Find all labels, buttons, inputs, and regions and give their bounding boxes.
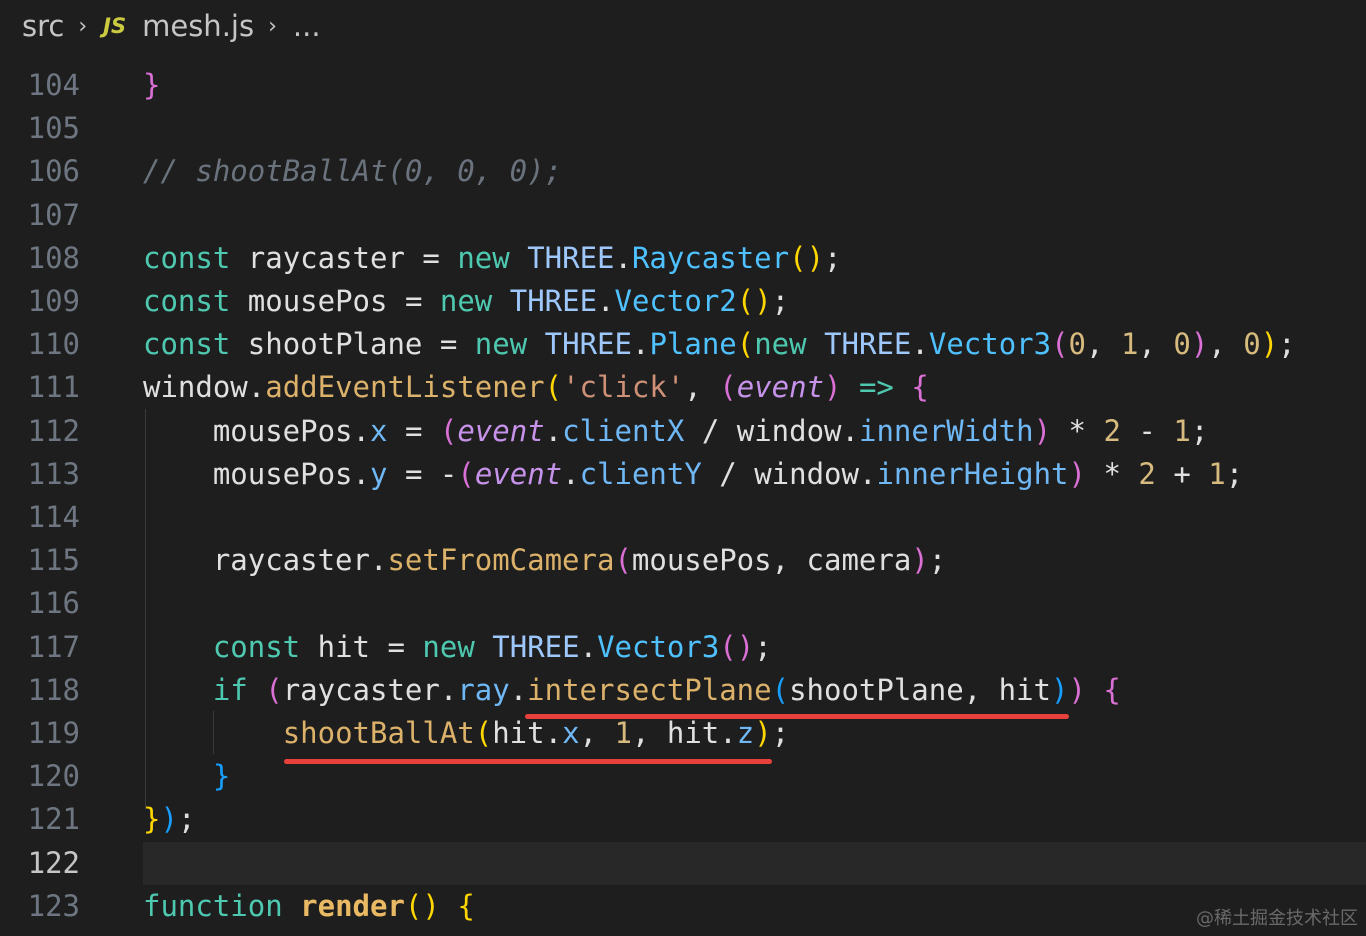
code-line: 106 // shootBallAt(0, 0, 0); [0,150,1366,193]
line-number: 121 [27,802,80,837]
code-line: 117 const hit = new THREE.Vector3(); [0,626,1366,669]
code-line: 118 if (raycaster.ray.intersectPlane(sho… [0,669,1366,712]
annotation-underline [284,759,772,764]
code-editor[interactable]: 104 } 105 106 // shootBallAt(0, 0, 0); 1… [0,64,1366,936]
line-number: 123 [27,888,80,923]
line-number: 107 [27,197,80,232]
code-line: 116 [0,582,1366,625]
line-number: 120 [27,759,80,794]
code-text: } [143,68,161,102]
line-number: 122 [27,845,80,880]
code-text: mousePos.y = -(event.clientY / window.in… [212,456,1244,491]
line-number: 112 [27,413,80,448]
code-line: 107 [0,194,1366,237]
chevron-right-icon: › [268,13,277,39]
breadcrumb-file[interactable]: mesh.js [142,9,254,43]
code-line: 114 [0,496,1366,539]
code-text: function render() { [143,888,475,923]
code-line-active: 122 [0,842,1366,885]
code-line: 104 } [0,64,1366,107]
line-number: 114 [27,500,80,534]
line-number: 116 [27,586,80,621]
code-text: if (raycaster.ray.intersectPlane(shootPl… [212,672,1121,707]
javascript-file-icon: JS [103,14,127,38]
code-text: window.addEventListener('click', (event)… [143,370,929,405]
watermark: @稀土掘金技术社区 [1196,908,1358,929]
line-number: 106 [27,154,80,189]
line-number: 105 [27,111,80,146]
code-line: 110 const shootPlane = new THREE.Plane(n… [0,323,1366,366]
line-number: 113 [27,456,80,491]
code-line: 113 mousePos.y = -(event.clientY / windo… [0,453,1366,496]
line-number: 117 [27,629,80,664]
code-line: 123 function render() { [0,885,1366,928]
line-number: 115 [27,543,80,578]
annotation-underline [525,714,1069,719]
code-line: 108 const raycaster = new THREE.Raycaste… [0,237,1366,280]
line-number: 104 [27,68,80,102]
code-text: const shootPlane = new THREE.Plane(new T… [143,327,1296,362]
code-line: 115 raycaster.setFromCamera(mousePos, ca… [0,539,1366,582]
line-number: 110 [27,327,80,362]
line-number: 109 [27,284,80,318]
code-comment: // shootBallAt(0, 0, 0); [143,154,563,189]
code-text: const hit = new THREE.Vector3(); [212,629,772,664]
code-text: const mousePos = new THREE.Vector2(); [143,284,790,318]
code-text: } [212,759,231,794]
line-number: 119 [27,716,80,750]
breadcrumb: src › JS mesh.js › ... [22,4,321,48]
code-line: 111 window.addEventListener('click', (ev… [0,366,1366,409]
line-number: 118 [27,672,80,707]
line-number: 111 [27,370,80,405]
code-text: }); [143,802,196,837]
code-text: const raycaster = new THREE.Raycaster(); [143,240,842,275]
breadcrumb-more[interactable]: ... [293,9,321,43]
line-number: 108 [27,240,80,275]
code-line: 121 }); [0,798,1366,841]
code-line: 112 mousePos.x = (event.clientX / window… [0,410,1366,453]
code-line: 109 const mousePos = new THREE.Vector2()… [0,280,1366,323]
breadcrumb-folder[interactable]: src [22,9,64,43]
code-text: mousePos.x = (event.clientX / window.inn… [212,413,1209,448]
code-line: 105 [0,107,1366,150]
chevron-right-icon: › [78,13,88,39]
code-text: raycaster.setFromCamera(mousePos, camera… [212,543,947,578]
